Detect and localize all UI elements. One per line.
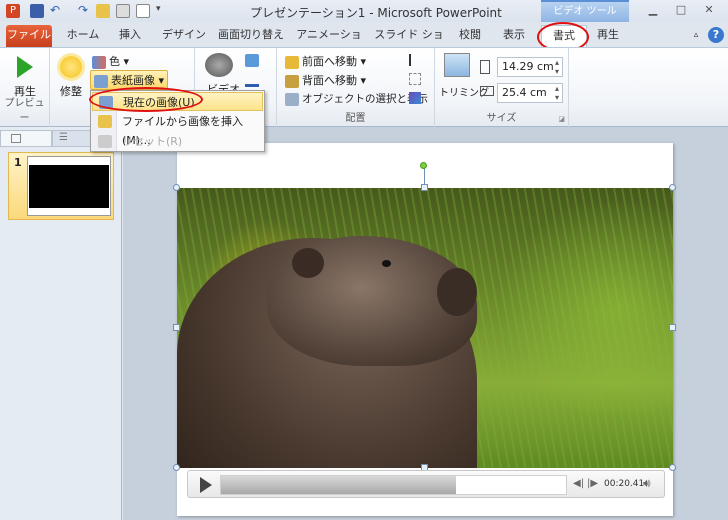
help-icon[interactable]: ? xyxy=(708,27,724,43)
corrections-icon[interactable] xyxy=(60,56,82,78)
group-label: 配置 xyxy=(345,113,366,124)
print-preview-icon[interactable] xyxy=(116,4,130,18)
maximize-button[interactable]: □ xyxy=(669,3,693,19)
group-arrange: 前面へ移動 ▾ 背面へ移動 ▾ オブジェクトの選択と表示 配置 xyxy=(277,48,435,127)
new-icon[interactable] xyxy=(136,4,150,18)
play-icon[interactable] xyxy=(17,56,33,78)
video-tools-context-label: ビデオ ツール xyxy=(541,0,629,22)
slides-tab-icon xyxy=(11,134,21,143)
tab-home[interactable]: ホーム xyxy=(58,25,108,47)
resize-handle-right[interactable] xyxy=(669,324,676,331)
send-backward-button[interactable]: 背面へ移動 ▾ xyxy=(285,72,366,88)
group-preview: 再生 プレビュー xyxy=(0,48,50,127)
minimize-ribbon-icon[interactable]: ▵ xyxy=(690,25,702,47)
slide-number: 1 xyxy=(14,156,22,169)
color-icon xyxy=(92,55,106,69)
customize-qat-icon[interactable]: ▾ xyxy=(156,4,170,18)
bring-forward-label: 前面へ移動 xyxy=(302,55,357,68)
selection-pane-icon xyxy=(285,92,299,106)
step-forward-button[interactable]: |▶ xyxy=(587,478,598,489)
group-icon[interactable] xyxy=(409,73,421,85)
close-button[interactable]: ✕ xyxy=(697,3,721,19)
height-value: 14.29 cm xyxy=(502,60,554,73)
volume-icon[interactable]: 🔊︎ xyxy=(643,476,651,491)
video-border-icon[interactable] xyxy=(245,74,259,87)
size-dialog-launcher-icon[interactable]: ◪ xyxy=(558,115,565,123)
step-back-button[interactable]: ◀| xyxy=(573,478,584,489)
group-label: プレビュー xyxy=(4,98,45,124)
slide-thumbnail-1[interactable]: 1 xyxy=(8,152,114,220)
undo-icon[interactable]: ↶ xyxy=(50,4,64,18)
window-title: プレゼンテーション1 - Microsoft PowerPoint xyxy=(250,6,502,20)
bring-forward-button[interactable]: 前面へ移動 ▾ xyxy=(285,53,366,69)
tab-transitions[interactable]: 画面切り替え xyxy=(218,25,284,47)
height-input[interactable]: 14.29 cm ▴ ▾ xyxy=(497,57,563,77)
marmot-snout xyxy=(437,268,477,316)
color-label: 色 xyxy=(109,55,120,68)
tab-view[interactable]: 表示 xyxy=(496,25,532,47)
marmot-eye xyxy=(382,260,391,267)
rotation-handle[interactable] xyxy=(420,162,427,169)
outline-tab-icon: ☰ xyxy=(59,132,68,143)
poster-frame-icon xyxy=(94,74,108,88)
selection-pane-button[interactable]: オブジェクトの選択と表示 xyxy=(285,91,428,106)
tab-insert[interactable]: 挿入 xyxy=(112,25,148,47)
video-styles-icon[interactable] xyxy=(205,53,233,77)
tab-slideshow[interactable]: スライド ショー xyxy=(372,25,446,61)
color-button[interactable]: 色 ▾ xyxy=(92,53,129,69)
rotate-icon[interactable] xyxy=(409,92,421,104)
tab-animations[interactable]: アニメーション xyxy=(294,25,364,61)
menu-item-label: リセット(R) xyxy=(122,135,183,148)
redo-icon[interactable]: ↷ xyxy=(78,4,92,18)
width-spinner[interactable]: ▴ ▾ xyxy=(555,84,559,102)
reset-icon xyxy=(98,135,112,148)
width-input[interactable]: 25.4 cm ▴ ▾ xyxy=(497,83,563,103)
title-bar: P ↶ ↷ ▾ プレゼンテーション1 - Microsoft PowerPoin… xyxy=(0,0,728,22)
tab-design[interactable]: デザイン xyxy=(156,25,212,47)
video-frame[interactable] xyxy=(177,188,673,468)
video-shape-icon[interactable] xyxy=(245,54,259,67)
send-backward-icon xyxy=(285,74,299,88)
highlight-circle-current-frame xyxy=(89,87,203,112)
group-label: サイズ xyxy=(486,113,517,124)
ribbon-tabs: ファイル ホーム 挿入 デザイン 画面切り替え アニメーション スライド ショー… xyxy=(0,22,728,61)
resize-handle-left[interactable] xyxy=(173,324,180,331)
corrections-button[interactable]: 修整 xyxy=(60,83,82,99)
send-backward-label: 背面へ移動 xyxy=(302,74,357,87)
slide-thumbnail-image xyxy=(27,156,111,216)
tab-file[interactable]: ファイル xyxy=(6,25,52,47)
bring-forward-icon xyxy=(285,55,299,69)
height-spinner[interactable]: ▴ ▾ xyxy=(555,58,559,76)
seek-bar-progress xyxy=(221,476,456,494)
group-size: トリミング 14.29 cm ▴ ▾ 25.4 cm ▴ ▾ サイズ ◪ xyxy=(435,48,569,127)
tab-review[interactable]: 校閲 xyxy=(452,25,488,47)
playback-time: 00:20.41 xyxy=(604,479,645,489)
slides-pane: ☰ 1 xyxy=(0,127,122,520)
width-value: 25.4 cm xyxy=(502,86,547,99)
crop-icon[interactable] xyxy=(444,53,470,77)
seek-bar[interactable] xyxy=(220,475,567,495)
height-icon xyxy=(480,60,490,74)
align-icon[interactable] xyxy=(409,54,421,66)
tab-playback[interactable]: 再生 xyxy=(590,25,626,47)
resize-handle-top-left[interactable] xyxy=(173,184,180,191)
resize-handle-bottom-right[interactable] xyxy=(669,464,676,471)
play-pause-button[interactable] xyxy=(200,477,212,493)
poster-frame-label: 表紙画像 xyxy=(111,74,155,87)
menu-item-reset: リセット(R) xyxy=(92,132,263,151)
minimize-button[interactable]: ▁ xyxy=(641,3,665,19)
powerpoint-app-icon[interactable]: P xyxy=(6,4,20,18)
video-player-controls: ◀| |▶ 00:20.41 🔊︎ xyxy=(187,470,665,498)
slides-tab[interactable] xyxy=(0,130,52,147)
resize-handle-bottom-left[interactable] xyxy=(173,464,180,471)
resize-handle-top[interactable] xyxy=(421,184,428,191)
resize-handle-top-right[interactable] xyxy=(669,184,676,191)
marmot-ear xyxy=(292,248,324,278)
open-icon[interactable] xyxy=(96,4,110,18)
save-icon[interactable] xyxy=(30,4,44,18)
width-icon xyxy=(480,86,494,96)
menu-item-image-from-file[interactable]: ファイルから画像を挿入(M)... xyxy=(92,112,263,147)
image-from-file-icon xyxy=(98,115,112,128)
